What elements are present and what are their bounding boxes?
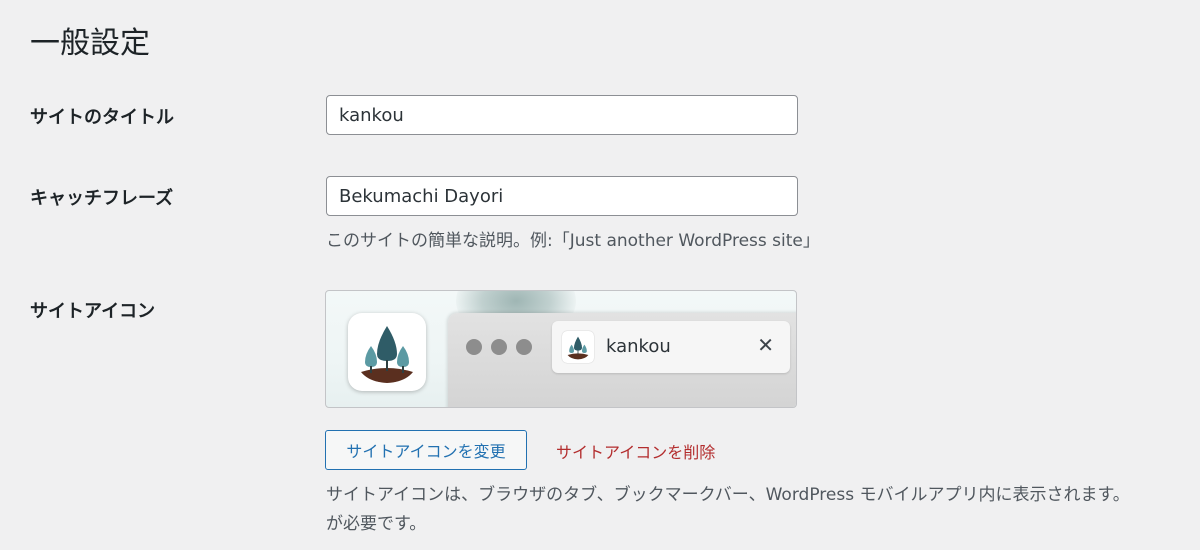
tree-island-icon xyxy=(567,336,589,360)
tagline-description: このサイトの簡単な説明。例:「Just another WordPress si… xyxy=(326,231,820,251)
page-title: 一般設定 xyxy=(30,26,150,61)
window-dot-icon xyxy=(466,339,482,355)
close-icon: ✕ xyxy=(757,333,774,357)
site-icon-label: サイトアイコン xyxy=(30,301,156,322)
site-icon-description-line1: サイトアイコンは、ブラウザのタブ、ブックマークバー、WordPress モバイル… xyxy=(326,485,1130,505)
site-icon-description-line2: が必要です。 xyxy=(326,514,427,534)
site-title-input[interactable] xyxy=(326,95,798,135)
app-icon-preview xyxy=(348,313,426,391)
tab-title: kankou xyxy=(606,336,671,357)
tagline-label: キャッチフレーズ xyxy=(30,188,174,209)
window-dot-icon xyxy=(491,339,507,355)
favicon-preview xyxy=(562,331,594,363)
site-icon-preview: kankou ✕ xyxy=(325,290,797,408)
remove-site-icon-link[interactable]: サイトアイコンを削除 xyxy=(556,439,715,463)
window-dot-icon xyxy=(516,339,532,355)
tree-island-icon xyxy=(361,326,413,383)
tagline-input[interactable] xyxy=(326,176,798,216)
change-site-icon-button[interactable]: サイトアイコンを変更 xyxy=(325,430,527,470)
site-title-label: サイトのタイトル xyxy=(30,107,174,128)
browser-mockup: kankou ✕ xyxy=(448,313,796,407)
browser-tab-preview: kankou ✕ xyxy=(552,321,790,373)
